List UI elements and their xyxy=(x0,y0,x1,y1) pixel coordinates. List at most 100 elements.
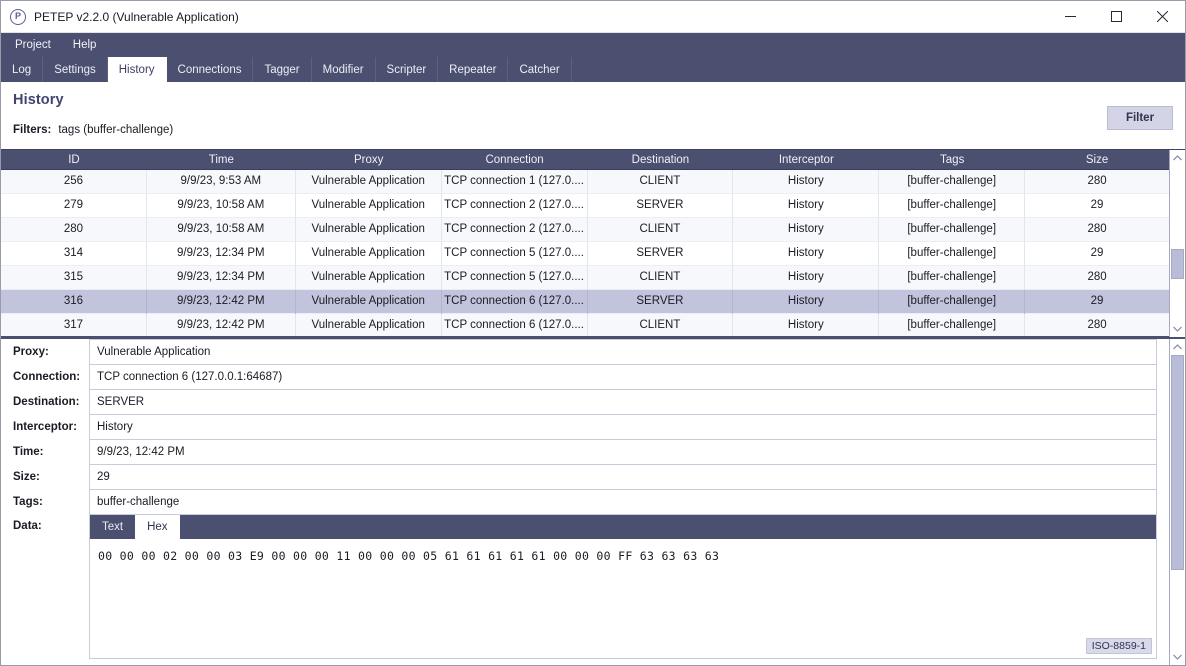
tab-catcher[interactable]: Catcher xyxy=(508,57,572,82)
tab-tagger[interactable]: Tagger xyxy=(253,57,312,82)
tab-connections[interactable]: Connections xyxy=(167,57,254,82)
filters-row: Filters: tags (buffer-challenge) xyxy=(13,119,1173,141)
column-header-time[interactable]: Time xyxy=(147,154,296,166)
cell-destination: CLIENT xyxy=(588,217,734,242)
column-header-size[interactable]: Size xyxy=(1025,154,1169,166)
cell-tags: [buffer-challenge] xyxy=(879,241,1026,266)
tab-settings[interactable]: Settings xyxy=(43,57,108,82)
cell-tags: [buffer-challenge] xyxy=(879,313,1026,336)
cell-interceptor: History xyxy=(733,193,880,218)
scroll-up-icon[interactable] xyxy=(1170,339,1186,355)
cell-tags: [buffer-challenge] xyxy=(879,217,1026,242)
column-header-id[interactable]: ID xyxy=(1,154,147,166)
table-row[interactable]: 279 9/9/23, 10:58 AM Vulnerable Applicat… xyxy=(1,193,1169,218)
cell-size: 29 xyxy=(1090,198,1104,211)
history-table: ID Time Proxy Connection Destination Int… xyxy=(1,149,1185,337)
cell-connection: TCP connection 2 (127.0.... xyxy=(442,217,588,242)
tab-hex[interactable]: Hex xyxy=(135,515,180,539)
history-table-left: ID Time Proxy Connection Destination Int… xyxy=(1,150,1169,337)
detail-row-data: Data: Text Hex 00 00 00 02 00 00 03 E9 0… xyxy=(1,514,1169,665)
tab-log[interactable]: Log xyxy=(1,57,44,82)
table-row[interactable]: 256 9/9/23, 9:53 AM Vulnerable Applicati… xyxy=(1,170,1169,194)
cell-interceptor: History xyxy=(733,313,880,336)
cell-tags: [buffer-challenge] xyxy=(879,193,1026,218)
details-scroll-thumb[interactable] xyxy=(1170,355,1184,570)
cell-id: 280 xyxy=(1,217,147,242)
history-panel: History Filters: tags (buffer-challenge)… xyxy=(1,82,1185,665)
detail-label-tags: Tags: xyxy=(13,495,43,508)
cell-destination: SERVER xyxy=(588,193,734,218)
cell-id: 314 xyxy=(1,241,147,266)
table-body: 256 9/9/23, 9:53 AM Vulnerable Applicati… xyxy=(1,170,1169,337)
scroll-up-icon[interactable] xyxy=(1170,150,1186,166)
column-header-proxy[interactable]: Proxy xyxy=(296,154,442,166)
column-header-destination[interactable]: Destination xyxy=(588,154,734,166)
detail-value-destination[interactable]: SERVER xyxy=(89,389,1157,414)
message-details-panel: Proxy: Vulnerable Application Connection… xyxy=(1,337,1185,665)
close-icon[interactable] xyxy=(1139,1,1185,32)
cell-id: 315 xyxy=(1,265,147,290)
detail-row-tags: Tags: buffer-challenge xyxy=(1,489,1169,514)
application-window: P PETEP v2.2.0 (Vulnerable Application) … xyxy=(0,0,1186,666)
table-row[interactable]: 315 9/9/23, 12:34 PM Vulnerable Applicat… xyxy=(1,265,1169,290)
detail-value-connection[interactable]: TCP connection 6 (127.0.0.1:64687) xyxy=(89,364,1157,389)
cell-tags: [buffer-challenge] xyxy=(879,289,1026,314)
tab-scripter[interactable]: Scripter xyxy=(376,57,439,82)
details-scroll-track[interactable] xyxy=(1170,355,1186,649)
details-vertical-scrollbar[interactable] xyxy=(1169,339,1185,665)
table-scroll-thumb[interactable] xyxy=(1170,249,1184,279)
detail-value-size[interactable]: 29 xyxy=(89,464,1157,489)
detail-row-connection: Connection: TCP connection 6 (127.0.0.1:… xyxy=(1,364,1169,389)
cell-time: 9/9/23, 10:58 AM xyxy=(147,217,296,242)
table-vertical-scrollbar[interactable] xyxy=(1169,150,1185,337)
column-header-interceptor[interactable]: Interceptor xyxy=(733,154,879,166)
detail-value-time[interactable]: 9/9/23, 12:42 PM xyxy=(89,439,1157,464)
cell-interceptor: History xyxy=(733,241,880,266)
cell-proxy: Vulnerable Application xyxy=(296,217,442,242)
menu-item-help[interactable]: Help xyxy=(73,39,109,51)
table-row[interactable]: 317 9/9/23, 12:42 PM Vulnerable Applicat… xyxy=(1,313,1169,336)
window-title: PETEP v2.2.0 (Vulnerable Application) xyxy=(34,9,239,24)
table-row[interactable]: 314 9/9/23, 12:34 PM Vulnerable Applicat… xyxy=(1,241,1169,266)
scroll-down-icon[interactable] xyxy=(1170,649,1186,665)
cell-interceptor: History xyxy=(733,265,880,290)
cell-time: 9/9/23, 10:58 AM xyxy=(147,193,296,218)
detail-row-time: Time: 9/9/23, 12:42 PM xyxy=(1,439,1169,464)
detail-label-proxy: Proxy: xyxy=(13,345,49,358)
cell-size: 280 xyxy=(1087,174,1107,187)
table-row-selected[interactable]: 316 9/9/23, 12:42 PM Vulnerable Applicat… xyxy=(1,289,1169,314)
tab-modifier[interactable]: Modifier xyxy=(312,57,376,82)
detail-label-data: Data: xyxy=(13,520,42,532)
detail-value-proxy[interactable]: Vulnerable Application xyxy=(89,339,1157,364)
scroll-down-icon[interactable] xyxy=(1170,321,1186,337)
cell-time: 9/9/23, 12:42 PM xyxy=(147,313,296,336)
detail-value-interceptor[interactable]: History xyxy=(89,414,1157,439)
detail-row-interceptor: Interceptor: History xyxy=(1,414,1169,439)
filter-button[interactable]: Filter xyxy=(1107,106,1173,130)
data-content[interactable]: 00 00 00 02 00 00 03 E9 00 00 00 11 00 0… xyxy=(90,539,1156,658)
cell-id: 316 xyxy=(1,289,147,314)
cell-connection: TCP connection 6 (127.0.... xyxy=(442,289,588,314)
cell-proxy: Vulnerable Application xyxy=(296,170,442,194)
detail-label-connection: Connection: xyxy=(13,370,81,383)
tab-text[interactable]: Text xyxy=(90,515,135,539)
tab-repeater[interactable]: Repeater xyxy=(438,57,509,82)
cell-id: 279 xyxy=(1,193,147,218)
tab-history[interactable]: History xyxy=(107,57,167,82)
cell-time: 9/9/23, 12:34 PM xyxy=(147,241,296,266)
menu-item-project[interactable]: Project xyxy=(15,39,63,51)
maximize-icon[interactable] xyxy=(1093,1,1139,32)
encoding-badge[interactable]: ISO-8859-1 xyxy=(1085,638,1152,654)
table-scroll-track[interactable] xyxy=(1170,166,1186,321)
hex-dump: 00 00 00 02 00 00 03 E9 00 00 00 11 00 0… xyxy=(98,549,720,563)
column-header-tags[interactable]: Tags xyxy=(879,154,1025,166)
cell-tags: [buffer-challenge] xyxy=(879,265,1026,290)
history-table-area: ID Time Proxy Connection Destination Int… xyxy=(1,150,1185,337)
cell-size: 280 xyxy=(1087,222,1107,235)
detail-value-tags[interactable]: buffer-challenge xyxy=(89,489,1157,514)
cell-connection: TCP connection 2 (127.0.... xyxy=(442,193,588,218)
page-title: History xyxy=(13,92,64,108)
table-row[interactable]: 280 9/9/23, 10:58 AM Vulnerable Applicat… xyxy=(1,217,1169,242)
minimize-icon[interactable] xyxy=(1047,1,1093,32)
column-header-connection[interactable]: Connection xyxy=(442,154,588,166)
